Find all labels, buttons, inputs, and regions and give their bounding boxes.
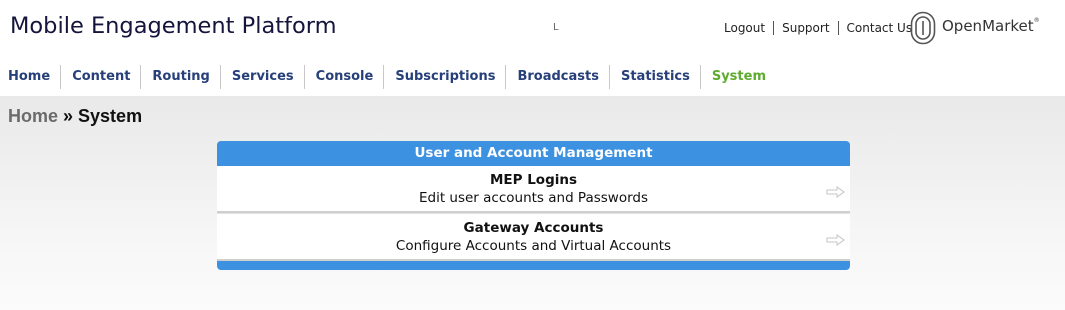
mep-logins-row[interactable]: MEP Logins Edit user accounts and Passwo…	[217, 166, 850, 213]
nav-item-system[interactable]: System	[701, 65, 776, 89]
openmarket-logo-icon	[910, 11, 936, 49]
nav-item-console[interactable]: Console	[305, 65, 385, 89]
arrow-right-outline-icon	[826, 183, 846, 202]
top-links: Logout Support Contact Us	[716, 21, 920, 35]
gateway-accounts-row[interactable]: Gateway Accounts Configure Accounts and …	[217, 213, 850, 261]
brand-logo: OpenMarket®	[910, 11, 1040, 49]
logout-link[interactable]: Logout	[716, 21, 773, 35]
breadcrumb: Home » System	[8, 106, 142, 127]
row-description: Configure Accounts and Virtual Accounts	[395, 238, 672, 254]
nav-item-home[interactable]: Home	[0, 65, 62, 89]
contact-us-link[interactable]: Contact Us	[839, 21, 921, 35]
main-content: Home » System User and Account Managemen…	[0, 96, 1065, 310]
breadcrumb-home[interactable]: Home	[8, 106, 58, 126]
user-account-management-panel: User and Account Management MEP Logins E…	[217, 141, 850, 270]
panel-header: User and Account Management	[217, 141, 850, 166]
row-description: Edit user accounts and Passwords	[418, 190, 649, 206]
brand-trademark: ®	[1033, 17, 1040, 24]
nav-item-statistics[interactable]: Statistics	[610, 65, 701, 89]
nav-item-broadcasts[interactable]: Broadcasts	[506, 65, 610, 89]
nav-item-services[interactable]: Services	[221, 65, 305, 89]
breadcrumb-current: System	[78, 106, 143, 126]
row-title: Gateway Accounts	[463, 220, 604, 236]
row-title: MEP Logins	[489, 172, 578, 188]
nav-item-content[interactable]: Content	[61, 65, 142, 89]
stray-mark: L	[553, 22, 559, 33]
main-nav: Home Content Routing Services Console Su…	[0, 64, 776, 90]
brand-name-text: OpenMarket	[942, 17, 1034, 35]
app-title: Mobile Engagement Platform	[10, 13, 337, 39]
arrow-right-outline-icon	[826, 231, 846, 250]
nav-item-routing[interactable]: Routing	[141, 65, 221, 89]
breadcrumb-separator: »	[58, 106, 79, 126]
panel-footer	[217, 261, 850, 270]
nav-item-subscriptions[interactable]: Subscriptions	[384, 65, 507, 89]
support-link[interactable]: Support	[774, 21, 837, 35]
brand-name: OpenMarket®	[942, 17, 1040, 35]
